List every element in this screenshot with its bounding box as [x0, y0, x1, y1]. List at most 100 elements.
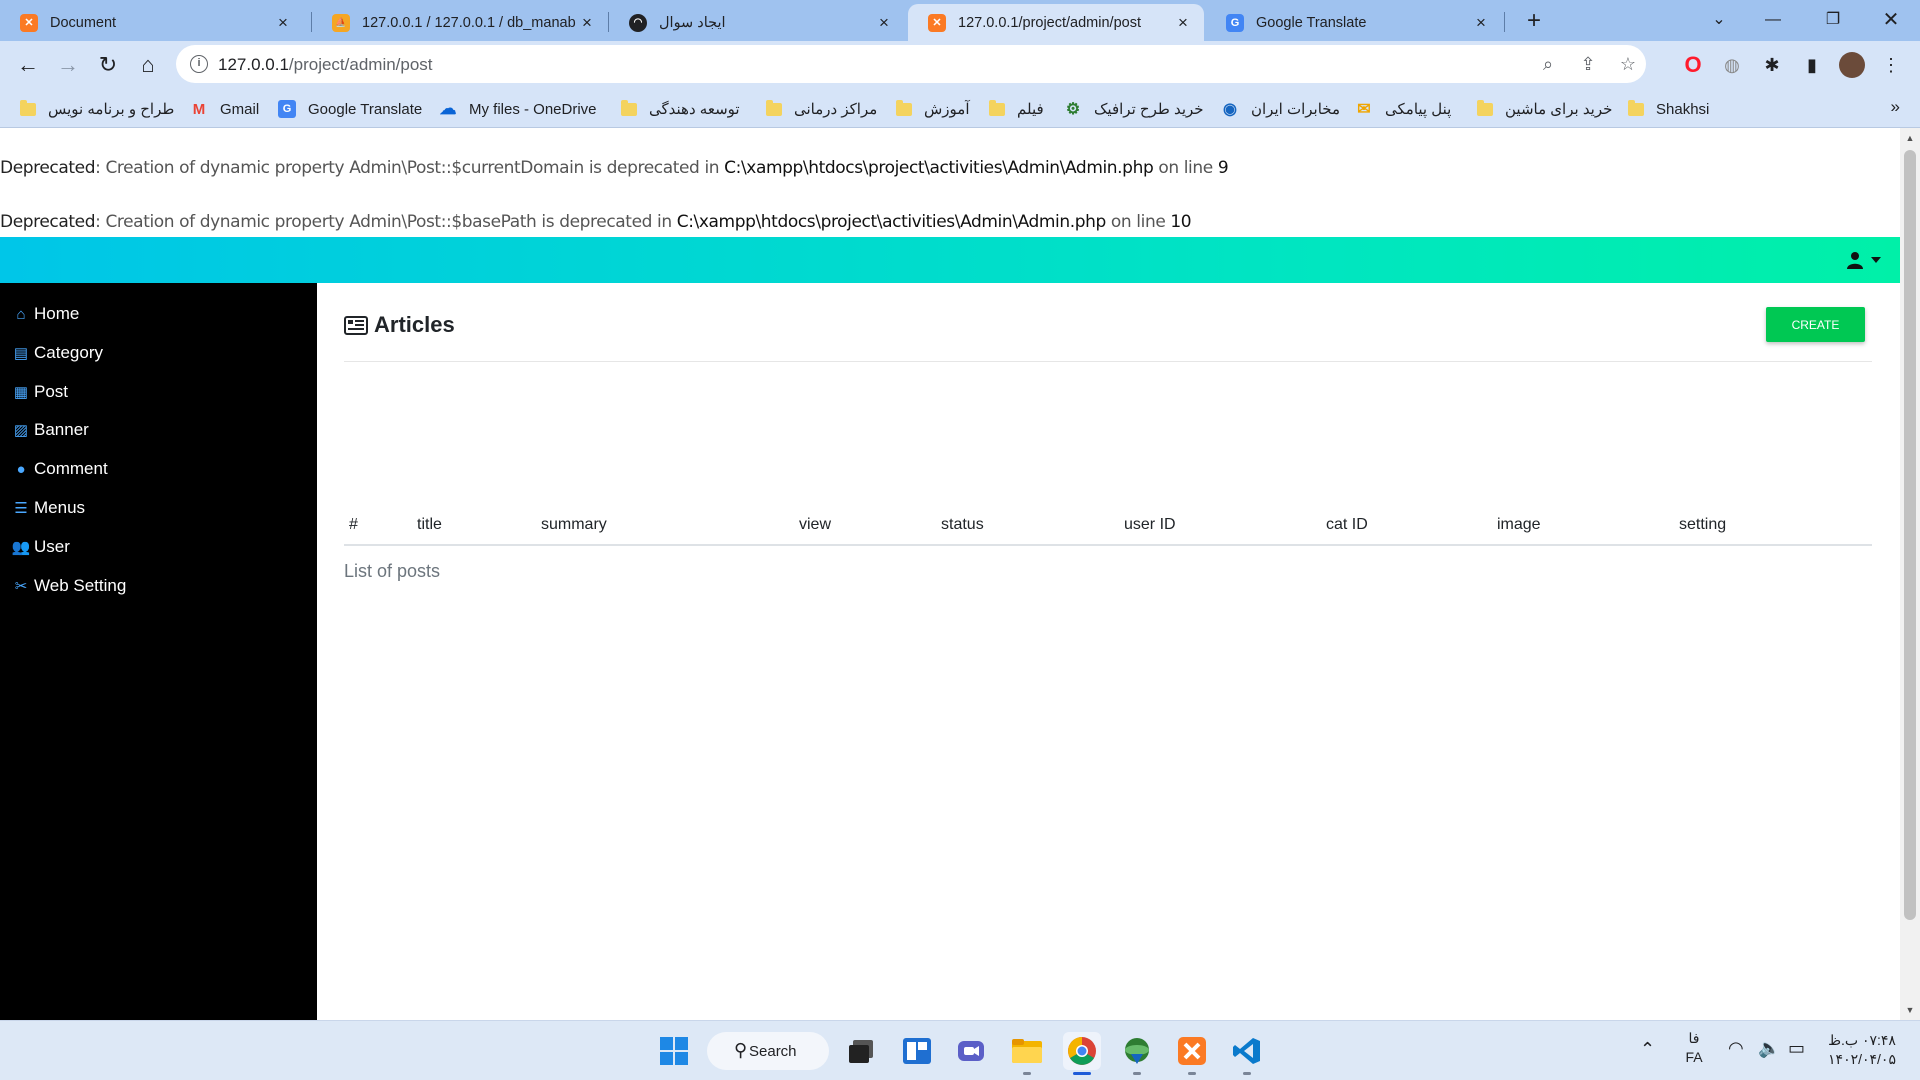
table-header-border — [344, 544, 1872, 546]
scroll-up-arrow-icon[interactable]: ▲ — [1900, 130, 1920, 146]
sidebar-item-category[interactable]: ▤ Category — [12, 340, 103, 366]
scrollbar-thumb[interactable] — [1904, 150, 1916, 920]
bookmark-star-icon[interactable]: ☆ — [1618, 54, 1638, 74]
column-header-cat-id: cat ID — [1326, 516, 1368, 533]
close-icon[interactable]: × — [875, 13, 893, 33]
extensions-puzzle-icon[interactable]: ✱ — [1759, 52, 1785, 78]
clock[interactable]: ۰۷:۴۸ ب.ظ ۱۴۰۲/۰۴/۰۵ — [1822, 1031, 1902, 1069]
url-path: /project/admin/post — [288, 55, 433, 74]
bookmarks-overflow-icon[interactable]: » — [1891, 97, 1900, 117]
side-panel-icon[interactable]: ▮ — [1799, 52, 1825, 78]
new-tab-button[interactable]: + — [1520, 7, 1548, 35]
tab-google-translate[interactable]: G Google Translate × — [1206, 4, 1502, 41]
close-icon[interactable]: × — [1472, 13, 1490, 33]
bookmark-item[interactable]: آموزش — [896, 97, 970, 121]
tab-search-chevron-icon[interactable]: ⌄ — [1694, 4, 1744, 36]
task-view-icon[interactable] — [842, 1032, 880, 1070]
page-scrollbar[interactable]: ▲ ▼ — [1900, 128, 1920, 1020]
share-icon[interactable]: ⇪ — [1578, 54, 1598, 74]
bookmark-item[interactable]: Shakhsi — [1628, 97, 1709, 121]
running-indicator — [1188, 1072, 1196, 1075]
column-header-user-id: user ID — [1124, 516, 1176, 533]
vpn-globe-icon[interactable]: ◍ — [1719, 52, 1745, 78]
bookmark-onedrive[interactable]: ☁ My files - OneDrive — [439, 97, 597, 121]
bookmark-item[interactable]: توسعه دهندگی — [621, 97, 740, 121]
xampp-icon[interactable] — [1173, 1032, 1211, 1075]
sidebar-item-menus[interactable]: ☰ Menus — [12, 495, 85, 521]
address-bar[interactable]: i 127.0.0.1/project/admin/post ⌕ ⇪ ☆ — [176, 45, 1646, 83]
download-manager-icon[interactable] — [1118, 1032, 1156, 1075]
volume-icon[interactable]: 🔈 — [1758, 1038, 1780, 1059]
create-button[interactable]: CREATE — [1766, 307, 1865, 342]
table-caption: List of posts — [344, 561, 441, 581]
wifi-icon[interactable]: ◠ — [1728, 1038, 1744, 1059]
folder-icon — [1477, 99, 1493, 116]
running-indicator — [1023, 1072, 1031, 1075]
file-explorer-icon[interactable] — [1008, 1032, 1046, 1075]
widgets-icon[interactable] — [898, 1032, 936, 1070]
site-info-icon[interactable]: i — [190, 55, 208, 73]
user-dropdown[interactable] — [1846, 249, 1882, 271]
profile-avatar[interactable] — [1839, 52, 1865, 78]
scroll-down-arrow-icon[interactable]: ▼ — [1900, 1002, 1920, 1018]
zoom-icon[interactable]: ⌕ — [1538, 54, 1558, 74]
onedrive-icon: ☁ — [439, 99, 457, 118]
teams-chat-icon[interactable] — [952, 1032, 990, 1070]
sidebar-item-home[interactable]: ⌂ Home — [12, 301, 79, 327]
kebab-menu-icon[interactable]: ⋮ — [1878, 52, 1904, 78]
sidebar-item-comment[interactable]: ● Comment — [12, 456, 107, 482]
restore-button[interactable]: ❐ — [1808, 4, 1858, 36]
battery-icon[interactable]: ▭ — [1788, 1038, 1805, 1059]
sidebar-item-user[interactable]: 👥 User — [12, 534, 70, 560]
windows-start-icon[interactable] — [655, 1032, 693, 1070]
close-icon[interactable]: × — [1174, 13, 1192, 33]
bookmark-google-translate[interactable]: G Google Translate — [278, 97, 422, 121]
phpmyadmin-icon: ⛵ — [332, 13, 350, 32]
comments-icon: ● — [16, 460, 26, 478]
tab-document[interactable]: ✕ Document × — [0, 4, 304, 41]
home-icon[interactable]: ⌂ — [132, 49, 164, 81]
vscode-icon[interactable] — [1228, 1032, 1266, 1075]
opera-extension-icon[interactable]: O — [1680, 52, 1706, 78]
folder-icon — [989, 99, 1005, 116]
caret-down-icon — [1871, 257, 1881, 263]
google-translate-icon: G — [278, 100, 296, 118]
running-indicator — [1243, 1072, 1251, 1075]
sidebar-item-post[interactable]: ▦ Post — [12, 379, 68, 405]
tab-title: ایجاد سوال — [659, 14, 726, 31]
show-hidden-icons-chevron-icon[interactable]: ⌃ — [1640, 1039, 1655, 1060]
windows-taskbar: ⚲ Search ⌃ فا FA ◠ 🔈 ▭ ۰۷:۴۸ ب.ظ ۱۴۰۲/۰۴… — [0, 1020, 1920, 1080]
forward-arrow-icon[interactable]: → — [52, 49, 84, 81]
language-indicator[interactable]: فا FA — [1682, 1029, 1706, 1067]
bookmark-item[interactable]: خرید برای ماشین — [1477, 97, 1612, 121]
tab-create-question[interactable]: ◠ ایجاد سوال × — [609, 4, 905, 41]
taskbar-search[interactable]: ⚲ Search — [707, 1032, 829, 1070]
sidebar-item-banner[interactable]: ▨ Banner — [12, 417, 89, 443]
browser-tabstrip: ✕ Document × ⛵ 127.0.0.1 / 127.0.0.1 / d… — [0, 0, 1920, 41]
close-window-button[interactable]: ✕ — [1866, 4, 1916, 36]
bookmark-item[interactable]: ◉ مخابرات ایران — [1221, 97, 1340, 121]
chrome-icon[interactable] — [1063, 1032, 1101, 1075]
column-header-setting: setting — [1679, 516, 1727, 533]
tab-phpmyadmin[interactable]: ⛵ 127.0.0.1 / 127.0.0.1 / db_manab × — [312, 4, 608, 41]
back-arrow-icon[interactable]: ← — [12, 49, 44, 81]
reload-icon[interactable]: ↻ — [92, 49, 124, 81]
minimize-button[interactable]: — — [1748, 4, 1798, 36]
browser-toolbar: ← → ↻ ⌂ i 127.0.0.1/project/admin/post ⌕… — [0, 41, 1920, 90]
bookmark-item[interactable]: طراح و برنامه نویس — [20, 97, 174, 121]
tab-admin-post[interactable]: ✕ 127.0.0.1/project/admin/post × — [908, 4, 1204, 41]
bookmark-item[interactable]: مراکز درمانی — [766, 97, 877, 121]
close-icon[interactable]: × — [578, 13, 596, 33]
folder-icon — [766, 99, 782, 116]
address-url[interactable]: 127.0.0.1/project/admin/post — [218, 55, 433, 75]
folder-icon — [1628, 99, 1644, 116]
sidebar-item-web-setting[interactable]: ✂ Web Setting — [12, 573, 127, 599]
bookmark-item[interactable]: ⚙ خرید طرح ترافیک — [1064, 97, 1204, 121]
xampp-icon: ✕ — [20, 13, 38, 32]
bookmark-item[interactable]: فیلم — [989, 97, 1044, 121]
close-icon[interactable]: × — [274, 13, 292, 33]
bookmark-item[interactable]: ✉ پنل پیامکی — [1355, 97, 1451, 121]
bookmark-gmail[interactable]: M Gmail — [190, 97, 259, 121]
newspaper-icon — [344, 315, 368, 335]
newspaper-icon: ▦ — [13, 384, 29, 401]
